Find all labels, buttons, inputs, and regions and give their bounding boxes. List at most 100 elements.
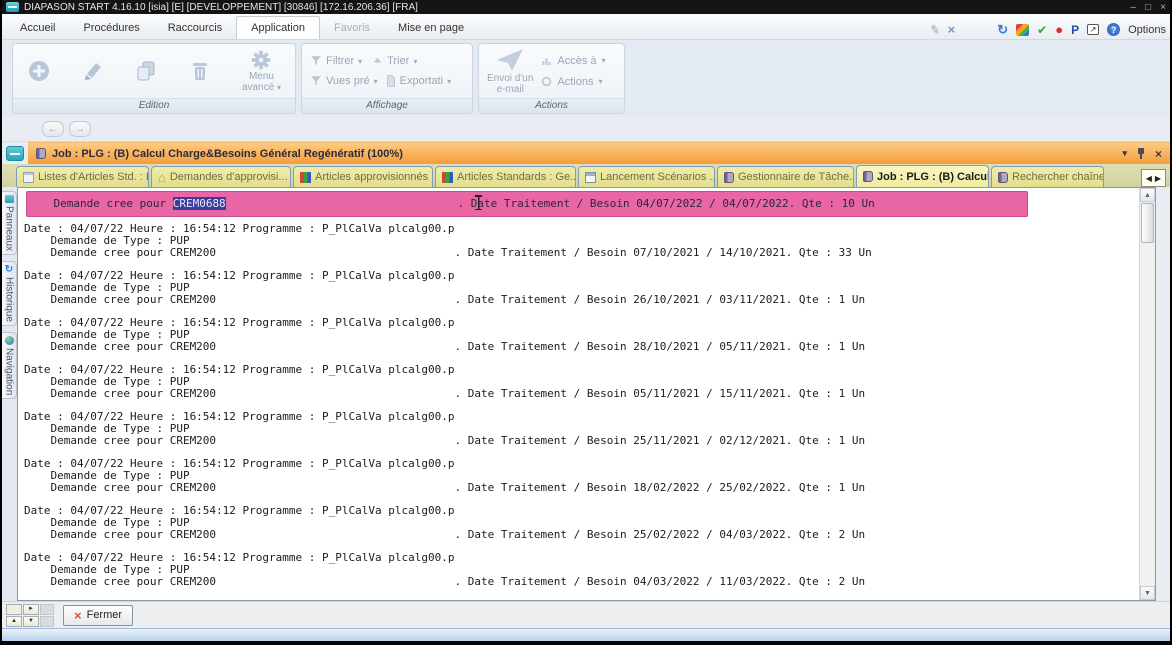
doc-tab-5[interactable]: Lancement Scénarios ...	[578, 166, 715, 187]
doc-tab-8[interactable]: Rechercher chaîne	[991, 166, 1104, 187]
refresh-icon[interactable]: ↻	[997, 23, 1008, 36]
log-line: Demande cree pour CREM200 . Date Traitem…	[24, 387, 866, 400]
fermer-button[interactable]: × Fermer	[63, 604, 134, 626]
log-line: Demande cree pour CREM200 . Date Traitem…	[24, 575, 866, 588]
add-icon	[29, 61, 49, 81]
rec-up-button[interactable]: ▲	[6, 615, 22, 627]
collapse-panel-button[interactable]	[6, 145, 24, 161]
chevron-down-icon[interactable]: ▾	[374, 77, 378, 86]
theme-palette-icon[interactable]	[1016, 23, 1030, 36]
procedure-p-icon[interactable]: P	[1071, 24, 1079, 36]
side-tab-label: Panneaux	[3, 206, 15, 252]
scroll-down-icon[interactable]: ▼	[1140, 586, 1155, 600]
add-button[interactable]	[27, 59, 51, 83]
window-icon	[585, 171, 596, 183]
log-entry: Date : 04/07/22 Heure : 16:54:12 Program…	[24, 552, 1139, 588]
right-gutter	[1156, 187, 1170, 601]
chevron-down-icon[interactable]: ▾	[413, 57, 417, 66]
highlight-prefix: Demande cree pour	[27, 197, 173, 210]
edit-cancel-icon[interactable]: ×	[948, 23, 956, 36]
forward-button[interactable]: →	[69, 121, 91, 137]
log-line: Date : 04/07/22 Heure : 16:54:12 Program…	[24, 316, 455, 329]
sort-icon	[374, 57, 382, 63]
log-content[interactable]: Demande cree pour CREM0688 . Date Traite…	[18, 188, 1139, 600]
options-button[interactable]: Options	[1128, 24, 1166, 36]
doc-tab-6[interactable]: Gestionnaire de Tâche...	[717, 166, 854, 187]
back-button[interactable]: ←	[42, 121, 64, 137]
doc-tab-label: Lancement Scénarios ...	[600, 171, 715, 183]
rec-down-button[interactable]: ▼	[23, 615, 39, 627]
log-line: Date : 04/07/22 Heure : 16:54:12 Program…	[24, 363, 455, 376]
filter-button[interactable]: Filtrer	[326, 55, 354, 67]
job-dropdown-icon[interactable]: ▾	[1122, 148, 1127, 159]
edit-button[interactable]	[81, 59, 105, 83]
tab-scroll-left-icon[interactable]: ◀	[1146, 174, 1152, 183]
preset-views-button[interactable]: Vues pré	[326, 75, 370, 87]
doc-tab-3[interactable]: Articles approvisionnés	[293, 166, 433, 187]
advanced-menu-label-1: Menu	[248, 71, 274, 82]
advanced-menu-button[interactable]: Menu avancé ▾	[242, 49, 281, 93]
page-icon	[386, 75, 395, 87]
menu-tab-raccourcis[interactable]: Raccourcis	[154, 17, 236, 39]
gear-icon	[252, 50, 271, 70]
side-tab-navigation[interactable]: Navigation	[2, 332, 17, 400]
edit-pencil-icon[interactable]: ✎	[930, 23, 941, 37]
doc-tab-2[interactable]: ⌂ Demandes d'approvisi...	[151, 166, 291, 187]
help-icon[interactable]: ?	[1107, 23, 1121, 36]
side-tab-label: Navigation	[3, 348, 15, 396]
log-entry: Date : 04/07/22 Heure : 16:54:12 Program…	[24, 317, 1139, 353]
chevron-down-icon: ▾	[276, 83, 281, 92]
menu-tab-accueil[interactable]: Accueil	[6, 17, 69, 39]
copy-button[interactable]	[134, 59, 158, 83]
minimize-button[interactable]: –	[1131, 2, 1137, 13]
menu-tab-procedures[interactable]: Procédures	[69, 17, 153, 39]
delete-button[interactable]	[188, 59, 212, 83]
chevron-down-icon[interactable]: ▾	[598, 77, 602, 86]
globe-icon	[4, 336, 14, 346]
side-tab-panneaux[interactable]: Panneaux	[2, 191, 17, 256]
export-button[interactable]: Exportati	[400, 75, 443, 87]
rec-first-button[interactable]	[6, 603, 22, 615]
doc-tab-7[interactable]: Job : PLG : (B) Calcul ...	[856, 165, 989, 187]
rec-next-button[interactable]: ►	[23, 603, 39, 615]
chevron-down-icon[interactable]: ▾	[447, 77, 451, 86]
history-icon: ↻	[4, 264, 14, 276]
rec-spacer	[40, 615, 54, 627]
doc-tab-1[interactable]: Listes d'Articles Std. : L...	[16, 166, 149, 187]
panel-icon	[4, 195, 14, 203]
status-bar	[2, 628, 1170, 641]
tab-scroll-right-icon[interactable]: ▶	[1155, 174, 1161, 183]
menu-tabs: Accueil Procédures Raccourcis Application Fa…	[6, 16, 478, 39]
doc-tab-4[interactable]: Articles Standards : Ge...	[435, 166, 576, 187]
scrollbar-track[interactable]	[1140, 244, 1155, 586]
validate-icon[interactable]: ✔	[1037, 24, 1047, 36]
actions-circle-icon	[542, 76, 552, 87]
external-window-icon[interactable]: ↗	[1087, 24, 1100, 35]
access-to-button[interactable]: Accès à	[557, 55, 596, 67]
chevron-down-icon[interactable]: ▾	[602, 56, 606, 65]
highlighted-log-line[interactable]: Demande cree pour CREM0688 . Date Traite…	[26, 191, 1028, 217]
vertical-scrollbar[interactable]: ▲ ▼	[1139, 188, 1155, 600]
record-icon[interactable]: ●	[1055, 23, 1063, 36]
window-bottom-edge	[2, 641, 1170, 645]
scrollbar-thumb[interactable]	[1141, 203, 1154, 243]
pin-icon[interactable]	[1137, 148, 1145, 159]
close-button[interactable]: ×	[1160, 2, 1166, 13]
panel-corner	[2, 142, 28, 164]
send-email-button[interactable]: Envoi d'un e-mail	[487, 47, 533, 95]
log-line: Date : 04/07/22 Heure : 16:54:12 Program…	[24, 551, 455, 564]
menu-tab-mise-en-page[interactable]: Mise en page	[384, 17, 478, 39]
restore-button[interactable]: □	[1145, 2, 1151, 13]
doc-tab-label: Articles Standards : Ge...	[457, 171, 576, 183]
sort-button[interactable]: Trier	[387, 55, 409, 67]
job-close-icon[interactable]: ×	[1155, 147, 1162, 161]
app-window: DIAPASON START 4.16.10 [isia] [E] [DEVEL…	[0, 0, 1172, 645]
side-tab-historique[interactable]: ↻ Historique	[2, 261, 17, 327]
menu-tab-favoris[interactable]: Favoris	[320, 17, 384, 39]
scroll-up-icon[interactable]: ▲	[1140, 188, 1155, 202]
chevron-down-icon[interactable]: ▾	[358, 57, 362, 66]
menu-tab-application[interactable]: Application	[236, 16, 320, 39]
app-icon	[6, 2, 19, 12]
actions-menu-button[interactable]: Actions	[557, 76, 593, 88]
job-title: Job : PLG : (B) Calcul Charge&Besoins Gé…	[52, 147, 403, 160]
